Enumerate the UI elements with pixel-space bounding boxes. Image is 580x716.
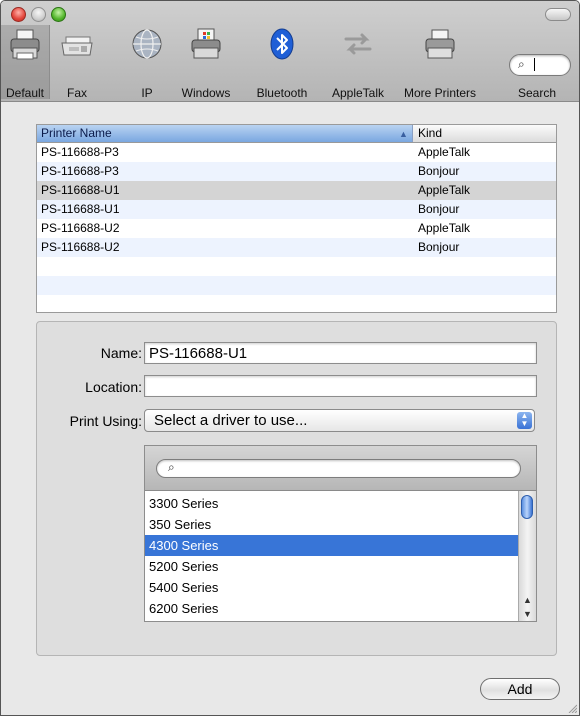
printer-kind: AppleTalk xyxy=(418,183,471,197)
toolbar-windows[interactable]: Windows xyxy=(177,25,235,100)
toolbar-default[interactable]: Default xyxy=(1,25,50,100)
driver-list-scrollbar[interactable]: ▲ ▼ xyxy=(518,491,536,621)
minimize-window-button[interactable] xyxy=(31,7,46,22)
globe-icon xyxy=(132,29,162,59)
printer-name: PS-116688-U1 xyxy=(41,183,120,197)
print-using-value: Select a driver to use... xyxy=(154,412,308,429)
printer-name: PS-116688-P3 xyxy=(41,145,119,159)
search-icon: ⌕ xyxy=(518,57,525,71)
printer-icon xyxy=(425,29,455,59)
driver-item[interactable]: 350 Series xyxy=(145,514,518,535)
driver-item[interactable]: 5200 Series xyxy=(145,556,518,577)
column-header-kind[interactable]: Kind xyxy=(414,125,556,142)
driver-search-input[interactable]: ⌕ xyxy=(156,459,521,478)
sort-ascending-icon: ▲ xyxy=(399,129,408,139)
printer-row[interactable]: PS-116688-P3 Bonjour xyxy=(37,162,556,181)
toolbar-label: IP xyxy=(141,86,153,100)
printer-kind: AppleTalk xyxy=(418,145,471,159)
printer-name: PS-116688-U1 xyxy=(41,202,120,216)
printer-name: PS-116688-U2 xyxy=(41,221,120,235)
scrollbar-thumb[interactable] xyxy=(521,495,533,519)
windows-printer-icon xyxy=(191,28,221,59)
column-header-label: Printer Name xyxy=(41,126,112,140)
driver-list-box: ⌕ 3300 Series 350 Series 4300 Series 520… xyxy=(144,445,537,622)
scroll-down-arrow-icon[interactable]: ▼ xyxy=(519,607,536,621)
fax-icon xyxy=(61,36,93,56)
toolbar-search-input[interactable]: ⌕ xyxy=(509,54,571,76)
scroll-up-arrow-icon[interactable]: ▲ xyxy=(519,593,536,607)
text-caret xyxy=(534,58,535,71)
toolbar-label: Search xyxy=(517,86,557,100)
printer-row[interactable]: PS-116688-U2 Bonjour xyxy=(37,238,556,257)
printer-name: PS-116688-U2 xyxy=(41,240,120,254)
toolbar-ip[interactable]: IP xyxy=(127,25,167,100)
column-header-printer-name[interactable]: Printer Name xyxy=(37,125,413,142)
zoom-window-button[interactable] xyxy=(51,7,66,22)
location-label: Location: xyxy=(85,379,142,395)
printer-kind: Bonjour xyxy=(418,202,460,216)
toolbar-toggle-button[interactable] xyxy=(545,8,571,21)
resize-grip-icon[interactable] xyxy=(567,703,577,713)
name-label: Name: xyxy=(100,345,142,361)
toolbar: Default Fax IP Windows Bluetooth AppleTa… xyxy=(1,1,579,102)
close-window-button[interactable] xyxy=(11,7,26,22)
printer-details-panel: Name: PS-116688-U1 Location: Print Using… xyxy=(36,321,557,656)
empty-row xyxy=(37,276,556,295)
name-field[interactable]: PS-116688-U1 xyxy=(144,342,537,364)
printer-row[interactable]: PS-116688-P3 AppleTalk xyxy=(37,143,556,162)
toolbar-appletalk[interactable]: AppleTalk xyxy=(319,25,397,100)
appletalk-arrows-icon xyxy=(344,33,372,55)
printer-row[interactable]: PS-116688-U2 AppleTalk xyxy=(37,219,556,238)
toolbar-label: More Printers xyxy=(403,86,477,100)
printer-kind: AppleTalk xyxy=(418,221,471,235)
toolbar-label: Default xyxy=(5,86,45,100)
toolbar-bluetooth[interactable]: Bluetooth xyxy=(246,25,318,100)
column-header-label: Kind xyxy=(418,126,443,140)
printer-kind: Bonjour xyxy=(418,164,460,178)
driver-search-bar: ⌕ xyxy=(145,446,536,491)
add-printer-window: Default Fax IP Windows Bluetooth AppleTa… xyxy=(0,0,580,716)
popup-arrows-icon: ▲ ▼ xyxy=(517,412,532,429)
toolbar-fax[interactable]: Fax xyxy=(57,25,97,100)
driver-item[interactable]: 3300 Series xyxy=(145,493,518,514)
toolbar-label: Bluetooth xyxy=(256,86,308,100)
printer-list[interactable]: Printer Name ▲ Kind PS-116688-P3 AppleTa… xyxy=(36,124,557,313)
print-using-label: Print Using: xyxy=(69,413,142,429)
empty-row xyxy=(37,257,556,276)
driver-item[interactable]: 5400 Series xyxy=(145,577,518,598)
driver-item[interactable]: 6200 Series xyxy=(145,598,518,619)
driver-item-selected[interactable]: 4300 Series xyxy=(145,535,518,556)
toolbar-label: Fax xyxy=(66,86,87,100)
printer-row[interactable]: PS-116688-U1 Bonjour xyxy=(37,200,556,219)
toolbar-label: Windows xyxy=(181,86,231,100)
bluetooth-icon xyxy=(270,28,294,60)
toolbar-label: AppleTalk xyxy=(331,86,385,100)
location-field[interactable] xyxy=(144,375,537,397)
toolbar-search: ⌕ Search xyxy=(501,25,573,100)
add-button[interactable]: Add xyxy=(480,678,560,700)
printer-icon xyxy=(10,29,40,60)
printer-row-selected[interactable]: PS-116688-U1 AppleTalk xyxy=(37,181,556,200)
printer-list-header: Printer Name ▲ Kind xyxy=(37,125,556,143)
print-using-popup[interactable]: Select a driver to use... ▲ ▼ xyxy=(144,409,535,432)
printer-name: PS-116688-P3 xyxy=(41,164,119,178)
toolbar-more-printers[interactable]: More Printers xyxy=(395,25,485,100)
printer-kind: Bonjour xyxy=(418,240,460,254)
search-icon: ⌕ xyxy=(168,460,175,474)
